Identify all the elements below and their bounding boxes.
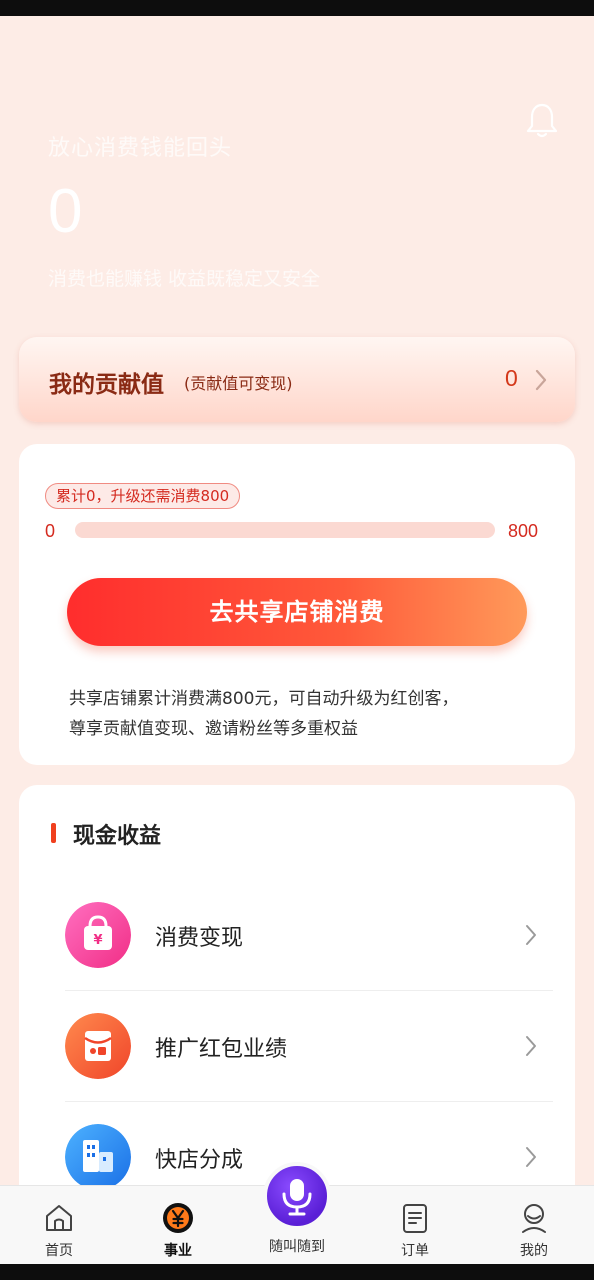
upgrade-status-badge: 累计0，升级还需消费800 (45, 483, 241, 509)
hero-slogan: 放心消费钱能回头 (48, 136, 233, 161)
contribution-card[interactable]: 我的贡献值 (贡献值可变现) 0 (19, 337, 575, 422)
upgrade-note-line-1: 共享店铺累计消费满800元，可自动升级为红创客， (69, 689, 459, 709)
tab-home[interactable]: 首页 (19, 1186, 99, 1265)
section-accent-bar (51, 823, 56, 843)
chevron-right-icon (535, 369, 547, 391)
chevron-right-icon (526, 925, 536, 945)
cash-item-consume-cashout[interactable]: ¥ 消费变现 (65, 880, 553, 990)
svg-text:¥: ¥ (93, 933, 102, 948)
hero-description: 消费也能赚钱 收益既稳定又安全 (48, 268, 321, 290)
voice-call-button[interactable] (263, 1162, 331, 1230)
contribution-value: 0 (505, 365, 518, 391)
order-list-icon (403, 1204, 427, 1233)
chevron-right-icon (526, 1147, 536, 1167)
system-navigation-bar (0, 1264, 594, 1280)
contribution-title: 我的贡献值 (49, 372, 164, 398)
buildings-icon (65, 1124, 131, 1190)
tab-business-label: 事业 (164, 1243, 192, 1259)
hero-earnings-value: 0 (48, 177, 83, 246)
upgrade-note: 共享店铺累计消费满800元，可自动升级为红创客， 尊享贡献值变现、邀请粉丝等多重… (69, 684, 539, 744)
tab-business[interactable]: 事业 (138, 1186, 218, 1265)
status-bar (0, 0, 594, 16)
cash-income-card: 现金收益 ¥ 消费变现 推广红包业绩 快店分成 (19, 785, 575, 1205)
upgrade-card: 累计0，升级还需消费800 0 800 去共享店铺消费 共享店铺累计消费满800… (19, 444, 575, 765)
bell-icon[interactable] (522, 100, 562, 140)
user-profile-icon (522, 1204, 546, 1233)
cash-item-promo-redpacket[interactable]: 推广红包业绩 (65, 991, 553, 1101)
tab-orders-label: 订单 (401, 1243, 429, 1259)
voice-tab-label: 随叫随到 (269, 1239, 325, 1255)
cash-income-title: 现金收益 (73, 824, 162, 849)
tab-mine[interactable]: 我的 (494, 1186, 574, 1265)
cash-item-label: 消费变现 (155, 926, 244, 951)
hero-section: 放心消费钱能回头 0 消费也能赚钱 收益既稳定又安全 (0, 16, 594, 336)
chevron-right-icon (526, 1036, 536, 1056)
shopping-bag-yuan-icon: ¥ (65, 902, 131, 968)
home-icon (46, 1205, 72, 1231)
contribution-subtitle: (贡献值可变现) (184, 374, 293, 393)
yuan-coin-icon (163, 1203, 193, 1233)
progress-min-label: 0 (45, 521, 56, 541)
microphone-icon (282, 1179, 312, 1216)
red-envelope-icon (65, 1013, 131, 1079)
tab-mine-label: 我的 (520, 1243, 548, 1259)
upgrade-note-line-2: 尊享贡献值变现、邀请粉丝等多重权益 (69, 719, 358, 739)
upgrade-progress-bar (75, 522, 495, 538)
cash-item-label: 推广红包业绩 (155, 1037, 288, 1062)
tab-home-label: 首页 (45, 1243, 73, 1259)
progress-max-label: 800 (508, 521, 539, 541)
go-shop-consume-button[interactable]: 去共享店铺消费 (67, 578, 527, 646)
tab-orders[interactable]: 订单 (375, 1186, 455, 1265)
cash-item-label: 快店分成 (155, 1148, 244, 1173)
